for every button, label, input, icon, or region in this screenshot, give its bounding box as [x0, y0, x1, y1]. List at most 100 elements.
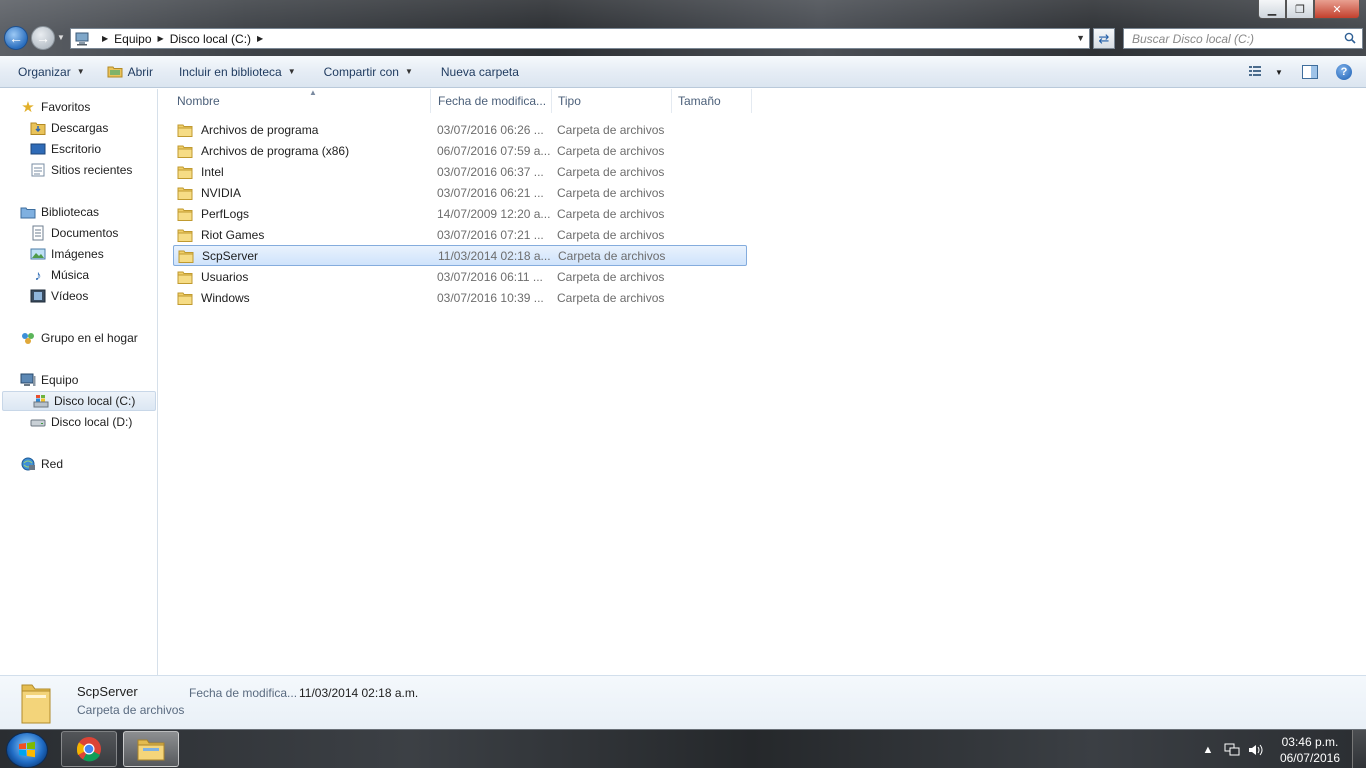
column-label: Nombre — [177, 94, 220, 108]
file-row[interactable]: PerfLogs 14/07/2009 12:20 a... Carpeta d… — [173, 203, 747, 224]
file-row[interactable]: Riot Games 03/07/2016 07:21 ... Carpeta … — [173, 224, 747, 245]
file-row[interactable]: Archivos de programa 03/07/2016 06:26 ..… — [173, 119, 747, 140]
search-icon[interactable] — [1344, 32, 1356, 44]
help-button[interactable]: ? — [1330, 61, 1358, 83]
search-box[interactable] — [1123, 28, 1363, 49]
nav-item-disco-d[interactable]: Disco local (D:) — [0, 412, 156, 432]
folder-icon — [21, 684, 51, 724]
show-hidden-icons-button[interactable]: ▲ — [1198, 740, 1218, 760]
nav-label: Descargas — [51, 121, 109, 135]
nav-item-imagenes[interactable]: Imágenes — [0, 244, 156, 264]
nav-network[interactable]: Red — [0, 454, 156, 474]
nav-item-documentos[interactable]: Documentos — [0, 223, 156, 243]
file-row-selected[interactable]: ScpServer 11/03/2014 02:18 a... Carpeta … — [173, 245, 747, 266]
nav-item-sitios-recientes[interactable]: Sitios recientes — [0, 160, 156, 180]
navigation-pane: ★ Favoritos Descargas Escritorio Sitios … — [0, 89, 158, 675]
file-name: Archivos de programa — [201, 122, 319, 137]
open-button[interactable]: Abrir — [99, 59, 161, 85]
nav-item-descargas[interactable]: Descargas — [0, 118, 156, 138]
details-type: Carpeta de archivos — [77, 703, 185, 717]
window-controls: ▁ ❐ ✕ — [1258, 0, 1360, 19]
file-row[interactable]: Archivos de programa (x86) 06/07/2016 07… — [173, 140, 747, 161]
view-options-button[interactable]: ▼ — [1246, 61, 1286, 83]
back-arrow-icon: ← — [9, 30, 23, 46]
share-with-label: Compartir con — [323, 64, 399, 79]
open-folder-icon — [107, 66, 123, 78]
breadcrumb-disco-c[interactable]: Disco local (C:) — [170, 32, 251, 46]
forward-button[interactable]: → — [31, 26, 55, 50]
new-folder-button[interactable]: Nueva carpeta — [433, 59, 527, 85]
nav-item-musica[interactable]: ♪ Música — [0, 265, 156, 285]
breadcrumb-equipo[interactable]: Equipo — [114, 32, 151, 46]
libraries-icon — [20, 207, 36, 219]
file-date: 03/07/2016 06:21 ... — [437, 185, 544, 200]
network-status-icon[interactable] — [1222, 740, 1242, 760]
preview-pane-button[interactable] — [1296, 61, 1324, 83]
sort-ascending-icon: ▲ — [309, 88, 317, 97]
recent-pages-dropdown[interactable]: ▼ — [57, 33, 65, 42]
nav-item-escritorio[interactable]: Escritorio — [0, 139, 156, 159]
nav-label: Bibliotecas — [41, 205, 100, 219]
command-bar-right: ▼ ? — [1242, 56, 1366, 88]
chrome-icon — [76, 737, 101, 762]
pictures-icon — [30, 248, 46, 260]
maximize-button[interactable]: ❐ — [1286, 0, 1314, 19]
file-type: Carpeta de archivos — [557, 206, 665, 221]
minimize-button[interactable]: ▁ — [1258, 0, 1286, 19]
folder-icon — [177, 124, 193, 137]
nav-computer[interactable]: Equipo — [0, 370, 156, 390]
start-button[interactable] — [6, 732, 48, 768]
nav-label: Disco local (D:) — [51, 415, 133, 429]
dropdown-arrow-icon: ▼ — [287, 67, 296, 76]
column-header-name[interactable]: Nombre ▲ — [171, 88, 431, 113]
windows-logo-icon — [19, 741, 35, 758]
help-icon: ? — [1336, 64, 1352, 80]
share-with-menu[interactable]: Compartir con ▼ — [316, 59, 421, 85]
taskbar-explorer-button[interactable] — [123, 731, 179, 767]
file-row[interactable]: Windows 03/07/2016 10:39 ... Carpeta de … — [173, 287, 747, 308]
system-tray: ▲ 03:46 p.m. 06/07/2016 — [1194, 730, 1366, 768]
desktop-icon — [30, 143, 46, 155]
clock-time: 03:46 p.m. — [1281, 734, 1339, 749]
nav-favorites[interactable]: ★ Favoritos — [0, 97, 156, 117]
column-header-size[interactable]: Tamaño — [672, 89, 752, 113]
nav-item-videos[interactable]: Vídeos — [0, 286, 156, 306]
nav-item-disco-c[interactable]: Disco local (C:) — [2, 391, 156, 411]
breadcrumb: ▶ Equipo ▶ Disco local (C:) ▶ — [96, 32, 269, 46]
file-type: Carpeta de archivos — [557, 122, 665, 137]
downloads-folder-icon — [30, 122, 46, 135]
open-label: Abrir — [127, 64, 153, 79]
column-header-type[interactable]: Tipo — [552, 89, 672, 113]
nav-label: Sitios recientes — [51, 163, 133, 177]
breadcrumb-arrow-icon[interactable]: ▶ — [257, 34, 263, 43]
address-bar[interactable]: ▶ Equipo ▶ Disco local (C:) ▶ ▼ — [70, 28, 1090, 49]
file-name: Windows — [201, 290, 250, 305]
file-type: Carpeta de archivos — [558, 248, 666, 263]
details-date-label: Fecha de modifica... — [189, 686, 298, 700]
volume-icon[interactable] — [1246, 740, 1266, 760]
star-icon: ★ — [21, 99, 35, 116]
nav-libraries[interactable]: Bibliotecas — [0, 202, 156, 222]
search-input[interactable] — [1132, 31, 1332, 46]
include-library-menu[interactable]: Incluir en biblioteca ▼ — [171, 59, 304, 85]
close-button[interactable]: ✕ — [1314, 0, 1360, 19]
column-label: Tamaño — [678, 94, 721, 108]
refresh-button[interactable]: ⇄ — [1093, 28, 1115, 49]
file-row[interactable]: NVIDIA 03/07/2016 06:21 ... Carpeta de a… — [173, 182, 747, 203]
taskbar-chrome-button[interactable] — [61, 731, 117, 767]
address-dropdown-icon[interactable]: ▼ — [1076, 33, 1085, 43]
file-type: Carpeta de archivos — [557, 164, 665, 179]
organize-menu[interactable]: Organizar ▼ — [10, 59, 93, 85]
file-row[interactable]: Intel 03/07/2016 06:37 ... Carpeta de ar… — [173, 161, 747, 182]
show-desktop-button[interactable] — [1352, 730, 1366, 768]
file-date: 11/03/2014 02:18 a... — [438, 248, 551, 263]
clock[interactable]: 03:46 p.m. 06/07/2016 — [1280, 734, 1340, 766]
column-header-date[interactable]: Fecha de modifica... — [432, 89, 552, 113]
nav-homegroup[interactable]: Grupo en el hogar — [0, 328, 156, 348]
recent-places-icon — [31, 163, 45, 177]
preview-pane-icon — [1302, 65, 1318, 79]
back-button[interactable]: ← — [4, 26, 28, 50]
file-row[interactable]: Usuarios 03/07/2016 06:11 ... Carpeta de… — [173, 266, 747, 287]
breadcrumb-arrow-icon[interactable]: ▶ — [102, 34, 108, 43]
breadcrumb-arrow-icon[interactable]: ▶ — [158, 34, 164, 43]
